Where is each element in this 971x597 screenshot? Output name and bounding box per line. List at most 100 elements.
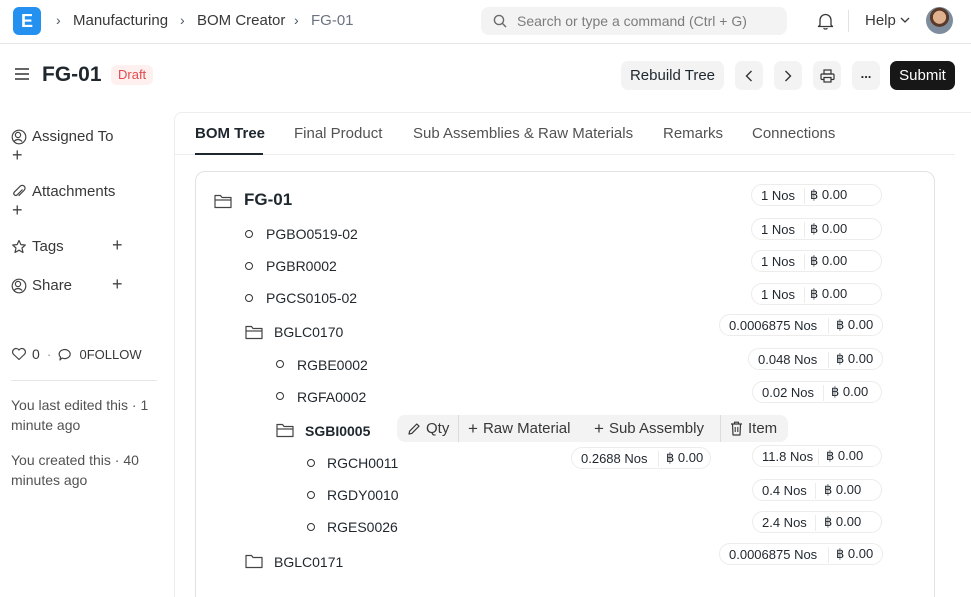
- tree-node[interactable]: RGFA0002: [297, 389, 366, 405]
- tree-node-selected[interactable]: SGBI0005: [305, 423, 370, 439]
- breadcrumb-manufacturing[interactable]: Manufacturing: [73, 12, 168, 29]
- heart-icon[interactable]: [11, 347, 27, 361]
- sidebar-social: 0 · 0FOLLOW: [11, 346, 142, 362]
- node-rate: ฿ 0.00: [836, 351, 874, 366]
- add-assignee-icon[interactable]: +: [12, 146, 23, 164]
- created-text: You created this · 40 minutes ago: [11, 452, 139, 488]
- plus-icon: +: [468, 419, 478, 438]
- active-tab-indicator: [195, 153, 263, 155]
- leaf-node-icon: [245, 262, 253, 270]
- folder-open-icon[interactable]: [214, 193, 232, 209]
- last-edited-text: You last edited this · 1 minute ago: [11, 397, 149, 433]
- pill-divider: [818, 449, 819, 465]
- chevron-right-icon: [785, 70, 792, 81]
- tree-node[interactable]: RGDY0010: [327, 487, 399, 503]
- node-rate: ฿ 0.00: [810, 286, 848, 301]
- qty-rate-pill: 11.8 Nos ฿ 0.00: [752, 445, 882, 467]
- comment-icon[interactable]: [58, 347, 74, 361]
- pill-divider: [823, 385, 824, 401]
- add-sub-assembly-button[interactable]: + Sub Assembly: [594, 420, 704, 437]
- pill-divider: [828, 547, 829, 563]
- paperclip-icon: [13, 184, 26, 196]
- tree-node[interactable]: RGCH0011: [327, 455, 398, 471]
- qty-rate-pill: 0.0006875 Nos ฿ 0.00: [719, 314, 883, 336]
- print-button[interactable]: [813, 61, 841, 90]
- sidebar-share[interactable]: Share: [11, 277, 72, 294]
- sidebar-toggle-icon[interactable]: [14, 67, 30, 81]
- breadcrumb-chevron-icon: ›: [180, 12, 185, 28]
- breadcrumb-current[interactable]: FG-01: [311, 12, 354, 29]
- pill-divider: [658, 451, 659, 467]
- share-user-icon: [11, 278, 27, 293]
- sidebar-attachments[interactable]: Attachments: [11, 183, 115, 200]
- assigned-to-label: Assigned To: [32, 128, 114, 145]
- follow-button[interactable]: 0FOLLOW: [79, 347, 141, 362]
- leaf-node-icon: [307, 523, 315, 531]
- next-button[interactable]: [774, 61, 802, 90]
- tab-remarks[interactable]: Remarks: [663, 125, 723, 142]
- toolbar-divider: [720, 415, 721, 442]
- item-action-label: Item: [748, 420, 778, 437]
- pill-divider: [828, 318, 829, 334]
- leaf-node-icon: [245, 230, 253, 238]
- search-bar[interactable]: [481, 7, 787, 35]
- tree-node[interactable]: BGLC0170: [274, 324, 343, 340]
- previous-button[interactable]: [735, 61, 763, 90]
- node-rate: ฿ 0.00: [810, 221, 848, 236]
- chevron-down-icon[interactable]: [900, 17, 910, 24]
- tab-final-product[interactable]: Final Product: [294, 125, 382, 142]
- folder-open-icon[interactable]: [245, 324, 263, 340]
- tab-bom-tree[interactable]: BOM Tree: [195, 125, 265, 142]
- status-badge: Draft: [111, 65, 154, 85]
- tree-node[interactable]: RGBE0002: [297, 357, 368, 373]
- node-qty: 0.0006875 Nos: [729, 317, 818, 333]
- pencil-icon: [408, 422, 420, 435]
- submit-button[interactable]: Submit: [890, 61, 955, 90]
- tab-sub-assemblies[interactable]: Sub Assemblies & Raw Materials: [413, 125, 633, 142]
- tags-label: Tags: [32, 238, 64, 255]
- qty-rate-pill: 0.2688 Nos ฿ 0.00: [571, 447, 711, 469]
- tab-connections[interactable]: Connections: [752, 125, 835, 142]
- tree-node[interactable]: RGES0026: [327, 519, 398, 535]
- help-menu[interactable]: Help: [865, 12, 896, 29]
- search-input[interactable]: [517, 11, 777, 31]
- app-logo[interactable]: E: [13, 7, 41, 35]
- node-rate: ฿ 0.00: [824, 482, 862, 497]
- node-rate: ฿ 0.00: [836, 317, 874, 332]
- rebuild-tree-button[interactable]: Rebuild Tree: [621, 61, 724, 90]
- tree-node[interactable]: PGBR0002: [266, 258, 337, 274]
- add-share-icon[interactable]: +: [112, 275, 123, 293]
- breadcrumb-bom-creator[interactable]: BOM Creator: [197, 12, 285, 29]
- tree-node[interactable]: PGCS0105-02: [266, 290, 357, 306]
- notification-bell-icon[interactable]: [817, 12, 834, 30]
- node-qty: 1 Nos: [761, 221, 795, 237]
- delete-item-button[interactable]: Item: [730, 420, 777, 437]
- user-avatar[interactable]: [926, 7, 953, 34]
- tree-node[interactable]: PGBO0519-02: [266, 226, 358, 242]
- sidebar-assigned-to[interactable]: Assigned To: [11, 128, 113, 145]
- add-attachment-icon[interactable]: +: [12, 201, 23, 219]
- node-actions-toolbar: Qty + Raw Material + Sub Assembly Item: [397, 415, 788, 442]
- node-qty: 0.02 Nos: [762, 384, 815, 400]
- navbar-divider: [848, 10, 849, 32]
- add-tag-icon[interactable]: +: [112, 236, 123, 254]
- qty-action-label: Qty: [426, 420, 450, 437]
- breadcrumb-chevron-icon: ›: [56, 12, 61, 28]
- raw-material-action-label: Raw Material: [482, 420, 571, 437]
- sub-assembly-action-label: Sub Assembly: [608, 420, 704, 437]
- more-options-button[interactable]: ...: [852, 61, 880, 90]
- qty-rate-pill: 1 Nos ฿ 0.00: [751, 250, 882, 272]
- sidebar-tags[interactable]: Tags: [11, 238, 64, 255]
- folder-icon[interactable]: [245, 553, 263, 569]
- dot-separator: ·: [46, 346, 52, 362]
- leaf-node-icon: [276, 360, 284, 368]
- tree-node-root[interactable]: FG-01: [244, 190, 292, 210]
- tree-node[interactable]: BGLC0171: [274, 554, 343, 570]
- leaf-node-icon: [307, 491, 315, 499]
- add-raw-material-button[interactable]: + Raw Material: [468, 420, 570, 437]
- qty-rate-pill: 2.4 Nos ฿ 0.00: [752, 511, 882, 533]
- edit-qty-button[interactable]: Qty: [407, 420, 449, 437]
- pill-divider: [804, 254, 805, 270]
- node-rate: ฿ 0.00: [824, 514, 862, 529]
- folder-open-icon[interactable]: [276, 422, 294, 438]
